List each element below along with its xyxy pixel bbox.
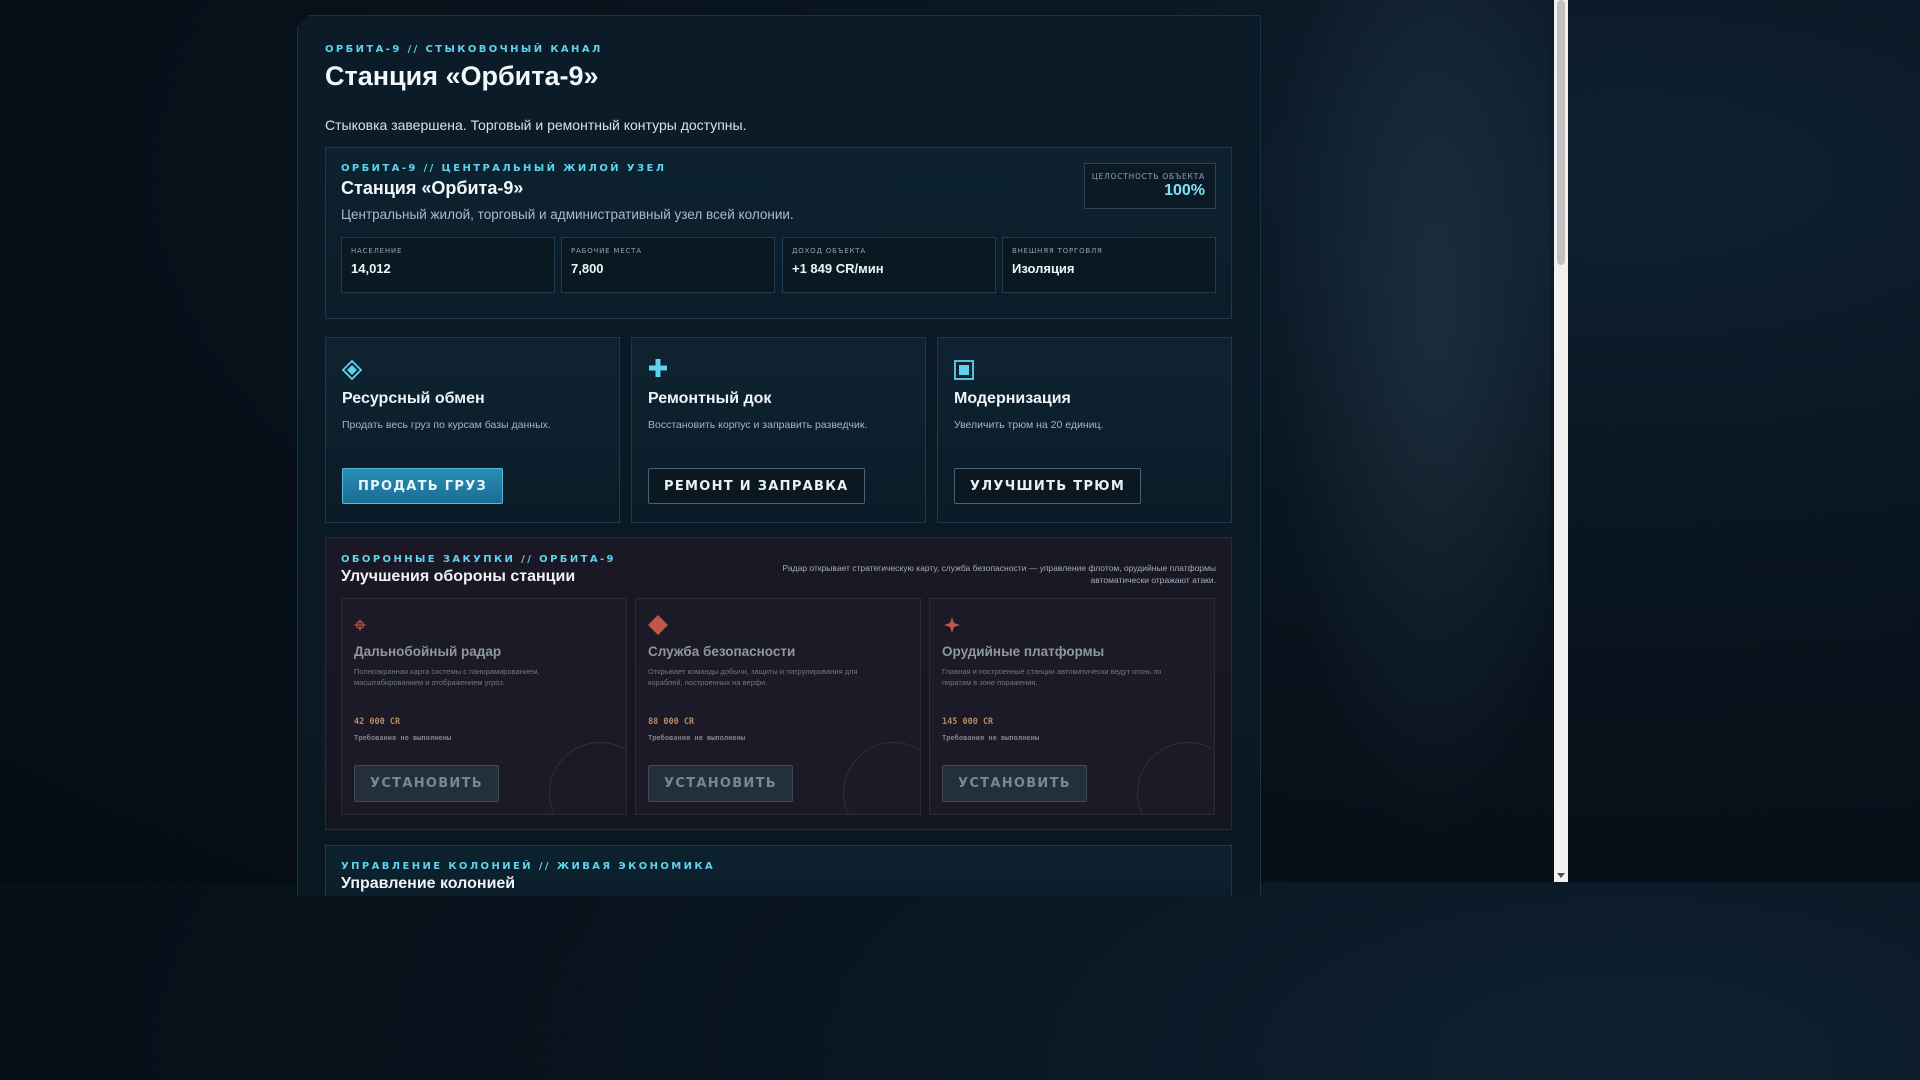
defense-card-radar: Дальнобойный радар Полноэкранная карта с…	[341, 598, 627, 815]
service-description: Увеличить трюм на 20 единиц.	[954, 419, 1104, 431]
defense-eyebrow: ОБОРОННЫЕ ЗАКУПКИ // ОРБИТА-9	[341, 554, 616, 565]
scroll-down-arrow-icon[interactable]	[1557, 873, 1565, 878]
integrity-badge: ЦЕЛОСТНОСТЬ ОБЪЕКТА 100%	[1084, 163, 1216, 209]
stat-label: НАСЕЛЕНИЕ	[351, 247, 403, 255]
stat-trade: ВНЕШНЯЯ ТОРГОВЛЯ Изоляция	[1002, 237, 1216, 293]
service-card-exchange: Ресурсный обмен Продать весь груз по кур…	[325, 337, 620, 523]
stat-label: ВНЕШНЯЯ ТОРГОВЛЯ	[1012, 247, 1103, 255]
defense-item-description: Главная и построенные станции автоматиче…	[942, 667, 1162, 687]
hub-card: ОРБИТА-9 // ЦЕНТРАЛЬНЫЙ ЖИЛОЙ УЗЕЛ Станц…	[325, 147, 1232, 319]
turret-icon	[942, 615, 962, 635]
stat-value: Изоляция	[1012, 261, 1075, 276]
defense-item-requirement: Требования не выполнены	[354, 734, 451, 742]
hub-description: Центральный жилой, торговый и администра…	[341, 207, 794, 222]
stat-jobs: РАБОЧИЕ МЕСТА 7,800	[561, 237, 775, 293]
sell-cargo-button[interactable]: ПРОДАТЬ ГРУЗ	[342, 468, 504, 504]
install-security-button[interactable]: УСТАНОВИТЬ	[648, 765, 793, 802]
hub-stats: НАСЕЛЕНИЕ 14,012 РАБОЧИЕ МЕСТА 7,800 ДОХ…	[341, 237, 1217, 293]
decorative-ring	[843, 742, 920, 814]
stat-population: НАСЕЛЕНИЕ 14,012	[341, 237, 555, 293]
decorative-ring	[549, 742, 626, 814]
service-title: Модернизация	[954, 390, 1071, 407]
defense-item-price: 145 000 CR	[942, 717, 994, 727]
decorative-ring	[1137, 742, 1214, 814]
defense-item-requirement: Требования не выполнены	[648, 734, 745, 742]
page-title: Станция «Орбита-9»	[325, 61, 599, 91]
defense-card-turrets: Орудийные платформы Главная и построенны…	[929, 598, 1215, 815]
defense-item-title: Дальнобойный радар	[354, 644, 502, 659]
defense-item-description: Открывает команды добычи, защиты и патру…	[648, 667, 858, 687]
plus-icon	[648, 358, 668, 378]
defense-item-description: Полноэкранная карта системы с панорамиро…	[354, 667, 540, 687]
stat-value: 14,012	[351, 261, 391, 276]
install-radar-button[interactable]: УСТАНОВИТЬ	[354, 765, 499, 802]
page-scrollbar[interactable]	[1554, 0, 1568, 882]
hub-eyebrow: ОРБИТА-9 // ЦЕНТРАЛЬНЫЙ ЖИЛОЙ УЗЕЛ	[341, 163, 667, 174]
service-title: Ресурсный обмен	[342, 390, 485, 407]
stat-value: +1 849 CR/мин	[792, 261, 884, 276]
defense-item-title: Орудийные платформы	[942, 644, 1105, 659]
integrity-label: ЦЕЛОСТНОСТЬ ОБЪЕКТА	[1091, 172, 1205, 181]
colony-eyebrow: УПРАВЛЕНИЕ КОЛОНИЕЙ // ЖИВАЯ ЭКОНОМИКА	[341, 861, 716, 872]
integrity-value: 100%	[1164, 182, 1205, 199]
defense-section: ОБОРОННЫЕ ЗАКУПКИ // ОРБИТА-9 Улучшения …	[325, 537, 1232, 830]
hub-title: Станция «Орбита-9»	[341, 178, 524, 198]
security-icon	[648, 615, 668, 635]
service-description: Продать весь груз по курсам базы данных.	[342, 419, 551, 431]
radar-icon	[354, 615, 374, 635]
panel-eyebrow: ОРБИТА-9 // СТЫКОВОЧНЫЙ КАНАЛ	[325, 44, 603, 55]
defense-item-price: 42 000 CR	[354, 717, 401, 727]
defense-item-requirement: Требования не выполнены	[942, 734, 1039, 742]
upgrade-hold-button[interactable]: УЛУЧШИТЬ ТРЮМ	[954, 468, 1142, 504]
colony-title: Управление колонией	[341, 875, 516, 892]
install-turrets-button[interactable]: УСТАНОВИТЬ	[942, 765, 1087, 802]
docking-status: Стыковка завершена. Торговый и ремонтный…	[325, 117, 747, 133]
defense-item-title: Служба безопасности	[648, 644, 796, 659]
service-description: Восстановить корпус и заправить разведчи…	[648, 419, 868, 431]
diamond-icon	[341, 359, 363, 381]
stat-label: ДОХОД ОБЪЕКТА	[792, 247, 866, 255]
defense-note: Радар открывает стратегическую карту, сл…	[782, 563, 1216, 585]
stat-label: РАБОЧИЕ МЕСТА	[571, 247, 642, 255]
module-icon	[954, 360, 974, 380]
service-card-repair: Ремонтный док Восстановить корпус и запр…	[631, 337, 926, 523]
service-card-upgrade: Модернизация Увеличить трюм на 20 единиц…	[937, 337, 1232, 523]
defense-card-security: Служба безопасности Открывает команды до…	[635, 598, 921, 815]
station-panel: ОРБИТА-9 // СТЫКОВОЧНЫЙ КАНАЛ Станция «О…	[297, 15, 1261, 896]
colony-section: УПРАВЛЕНИЕ КОЛОНИЕЙ // ЖИВАЯ ЭКОНОМИКА У…	[325, 845, 1232, 896]
repair-refuel-button[interactable]: РЕМОНТ И ЗАПРАВКА	[648, 468, 865, 504]
defense-item-price: 88 000 CR	[648, 717, 695, 727]
defense-title: Улучшения обороны станции	[341, 568, 576, 585]
background-glow	[1260, 0, 1550, 882]
stat-income: ДОХОД ОБЪЕКТА +1 849 CR/мин	[782, 237, 996, 293]
service-title: Ремонтный док	[648, 390, 772, 407]
stat-value: 7,800	[571, 261, 604, 276]
scrollbar-thumb[interactable]	[1557, 0, 1565, 265]
